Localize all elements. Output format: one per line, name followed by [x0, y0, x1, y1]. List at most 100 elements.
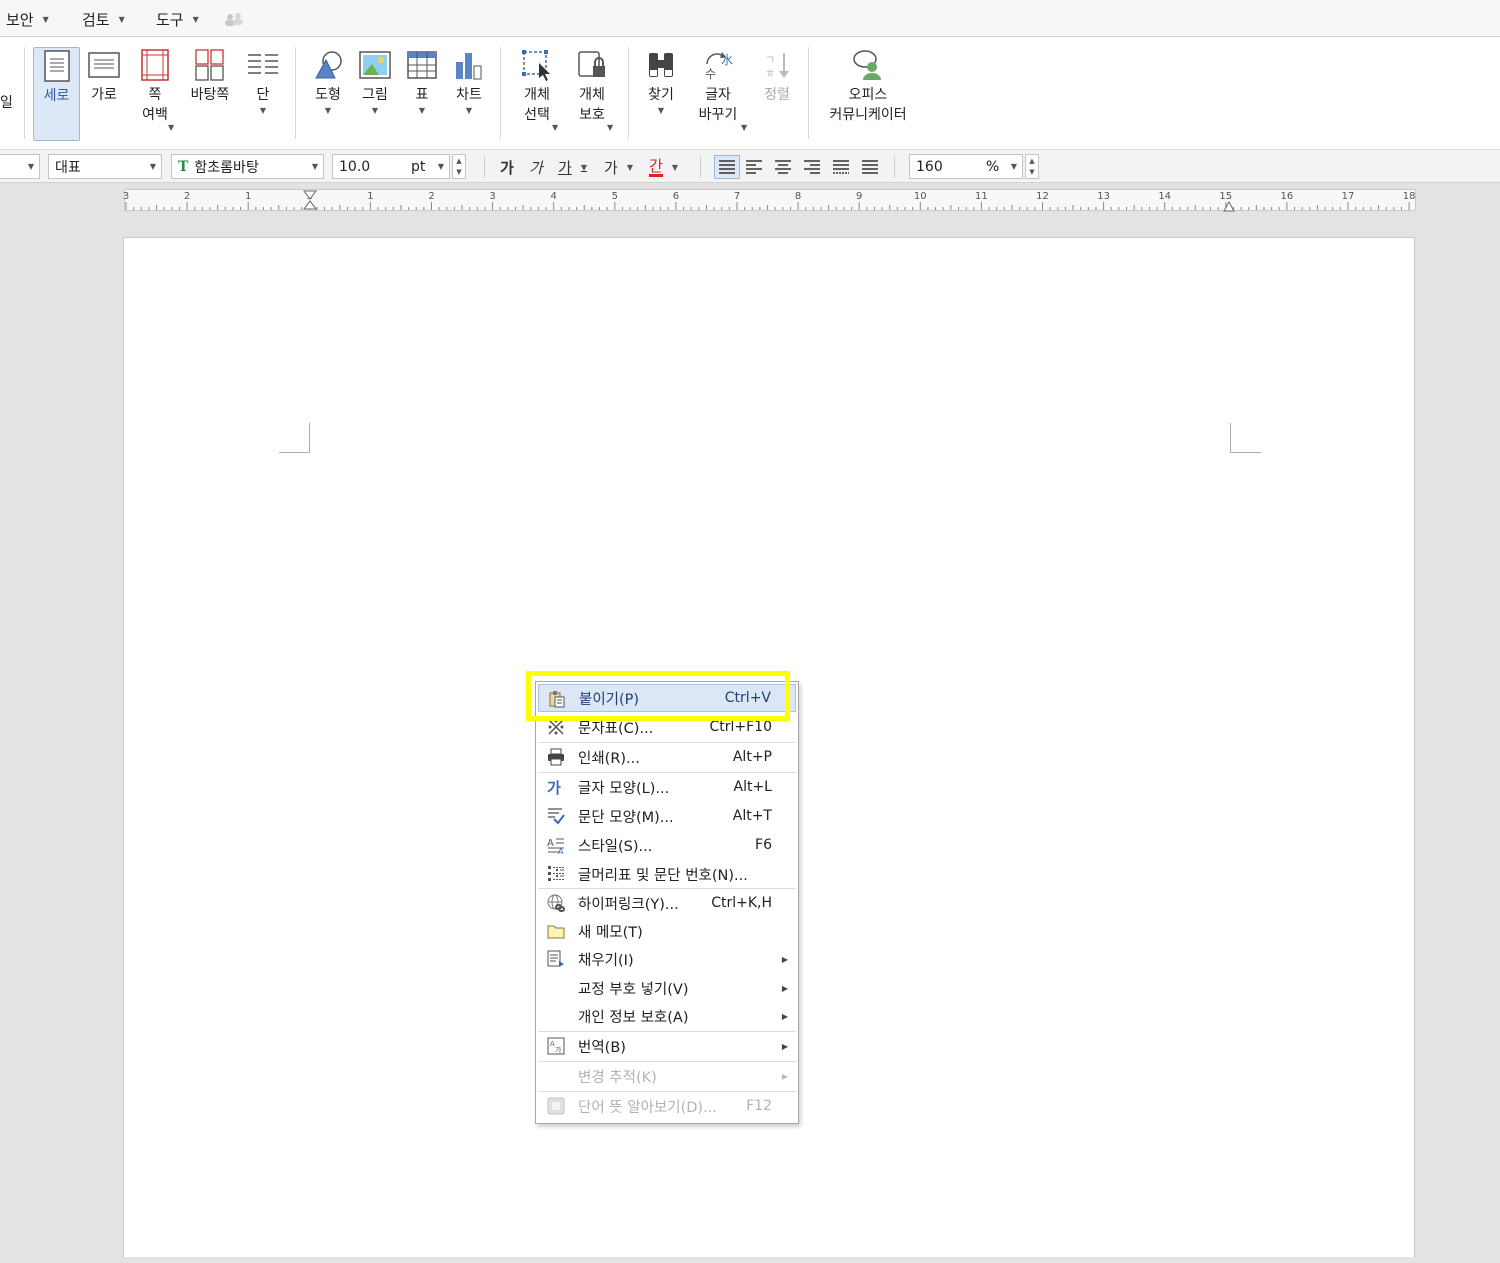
menu-item-track-changes[interactable]: 변경 추적(K) ▶: [538, 1062, 796, 1090]
align-center-button[interactable]: [774, 155, 792, 179]
select-object-icon: [519, 47, 555, 83]
font-size-spinner[interactable]: ▲ ▼: [452, 154, 466, 179]
users-icon[interactable]: [224, 12, 244, 26]
align-center-icon: [775, 160, 791, 174]
menu-item-print[interactable]: 인쇄(R)... Alt+P: [538, 743, 796, 771]
align-right-button[interactable]: [803, 155, 821, 179]
sort-button[interactable]: ㄱㅎ 정렬: [757, 47, 797, 105]
style-icon: AA: [546, 836, 566, 854]
zoom-combo[interactable]: 160 % ▼: [909, 154, 1023, 179]
menu-item-dictionary[interactable]: 단어 뜻 알아보기(D)... F12: [538, 1092, 796, 1120]
office-communicator-button[interactable]: 오피스 커뮤니케이터: [820, 47, 916, 125]
menu-item-paragraph-shape[interactable]: 문단 모양(M)... Alt+T: [538, 802, 796, 830]
toolbar-separator: [894, 156, 895, 178]
ribbon-separator: [628, 47, 629, 139]
indent-marker-icon[interactable]: [303, 190, 317, 214]
menu-item-label: 하이퍼링크(Y)...: [578, 896, 679, 913]
strike-label: 가: [604, 158, 618, 177]
menu-item-translate[interactable]: A가 번역(B) ▶: [538, 1032, 796, 1060]
protect-object-button[interactable]: 개체 보호: [570, 47, 614, 125]
binoculars-icon: [643, 47, 679, 83]
bullets-icon: [546, 865, 566, 883]
menu-bar: 보안 ▼ 검토 ▼ 도구 ▼: [0, 0, 1500, 37]
columns-button[interactable]: 단 ▼: [242, 47, 284, 117]
distribute-button[interactable]: [832, 155, 850, 179]
chevron-down-icon: ▼: [27, 162, 34, 171]
chart-button[interactable]: 차트 ▼: [448, 47, 490, 117]
ruler-number: 11: [975, 191, 988, 202]
shape-button[interactable]: 도형 ▼: [308, 47, 348, 117]
spin-up-icon[interactable]: ▲: [456, 157, 461, 165]
ruler-number: 14: [1158, 191, 1172, 202]
spin-up-icon[interactable]: ▲: [1029, 157, 1034, 165]
ruler-number: 1: [367, 191, 374, 202]
font-size-combo[interactable]: 10.0 pt ▼: [332, 154, 450, 179]
ruler-number: 16: [1280, 191, 1294, 202]
ruler-number: 6: [672, 191, 680, 202]
ruler-number: 3: [489, 191, 496, 202]
chevron-down-icon[interactable]: ▼: [741, 123, 747, 132]
svg-text:A: A: [547, 838, 554, 849]
horizontal-ruler[interactable]: 3211123456789101112131415161718: [123, 189, 1416, 214]
select-object-button[interactable]: 개체 선택: [515, 47, 559, 125]
menu-tools[interactable]: 도구 ▼: [156, 9, 199, 30]
submenu-arrow-icon: ▶: [781, 1071, 788, 1081]
portrait-button[interactable]: 세로: [33, 47, 80, 141]
menu-item-new-memo[interactable]: 새 메모(T): [538, 917, 796, 945]
align-left-button[interactable]: [745, 155, 763, 179]
replace-text-button[interactable]: 水수 글자 바꾸기: [692, 47, 744, 125]
find-label: 찾기: [648, 87, 674, 103]
menu-item-style[interactable]: AA 스타일(S)... F6: [538, 831, 796, 859]
menu-item-proofreading-marks[interactable]: 교정 부호 넣기(V) ▶: [538, 974, 796, 1002]
style-combo-left[interactable]: ▼: [0, 154, 40, 179]
find-button[interactable]: 찾기 ▼: [641, 47, 681, 117]
ruler-number: 10: [913, 191, 927, 202]
menu-item-fill[interactable]: 채우기(I) ▶: [538, 945, 796, 973]
picture-button[interactable]: 그림 ▼: [355, 47, 395, 117]
menu-item-label: 채우기(I): [578, 952, 634, 969]
spin-down-icon[interactable]: ▼: [456, 168, 461, 176]
chevron-down-icon[interactable]: ▼: [168, 123, 174, 132]
chevron-down-icon[interactable]: ▼: [552, 123, 558, 132]
font-combo[interactable]: T 함초롬바탕 ▼: [171, 154, 324, 179]
landscape-button[interactable]: 가로: [84, 47, 124, 105]
menu-item-privacy[interactable]: 개인 정보 보호(A) ▶: [538, 1002, 796, 1030]
select-object-label: 개체 선택: [524, 87, 550, 123]
ruler-number: 17: [1341, 191, 1355, 202]
menu-item-label: 교정 부호 넣기(V): [578, 981, 689, 998]
menu-item-label: 변경 추적(K): [578, 1069, 657, 1086]
menu-security-label: 보안: [6, 11, 34, 29]
ruler-number: 1: [245, 191, 252, 202]
style-combo[interactable]: 대표 ▼: [48, 154, 162, 179]
menu-item-hyperlink[interactable]: 하이퍼링크(Y)... Ctrl+K,H: [538, 889, 796, 917]
table-button[interactable]: 표 ▼: [402, 47, 442, 117]
menu-security[interactable]: 보안 ▼: [6, 9, 49, 30]
svg-text:가: 가: [547, 779, 561, 796]
strike-button[interactable]: 가 ▼: [604, 155, 633, 179]
master-page-button[interactable]: 바탕쪽: [186, 47, 234, 105]
align-justify-button[interactable]: [714, 155, 740, 179]
zoom-spinner[interactable]: ▲ ▼: [1025, 154, 1039, 179]
menu-review[interactable]: 검토 ▼: [82, 9, 125, 30]
chart-label: 차트: [456, 87, 482, 103]
underline-button[interactable]: 가 ▼: [558, 155, 587, 179]
spin-down-icon[interactable]: ▼: [1029, 168, 1034, 176]
menu-item-char-shape[interactable]: 가 글자 모양(L)... Alt+L: [538, 773, 796, 801]
italic-label: 가: [529, 158, 543, 177]
chevron-down-icon: ▼: [324, 106, 332, 115]
table-label: 표: [415, 87, 429, 103]
bold-button[interactable]: 가: [500, 155, 514, 179]
table-icon: [404, 47, 440, 83]
menu-item-label: 인쇄(R)...: [578, 750, 640, 767]
ruler-number: 2: [183, 191, 191, 202]
page-margin-button[interactable]: 쪽 여백: [134, 47, 176, 125]
italic-button[interactable]: 가: [529, 155, 543, 179]
divide-button[interactable]: [861, 155, 879, 179]
menu-item-label: 스타일(S)...: [578, 838, 653, 855]
menu-item-bullets[interactable]: 글머리표 및 문단 번호(N)...: [538, 860, 796, 888]
right-indent-marker-icon[interactable]: [1223, 200, 1235, 212]
chevron-down-icon[interactable]: ▼: [607, 123, 613, 132]
divide-icon: [862, 160, 878, 174]
font-color-button[interactable]: 간 ▼: [649, 155, 678, 179]
menu-item-shortcut: F6: [755, 837, 772, 853]
